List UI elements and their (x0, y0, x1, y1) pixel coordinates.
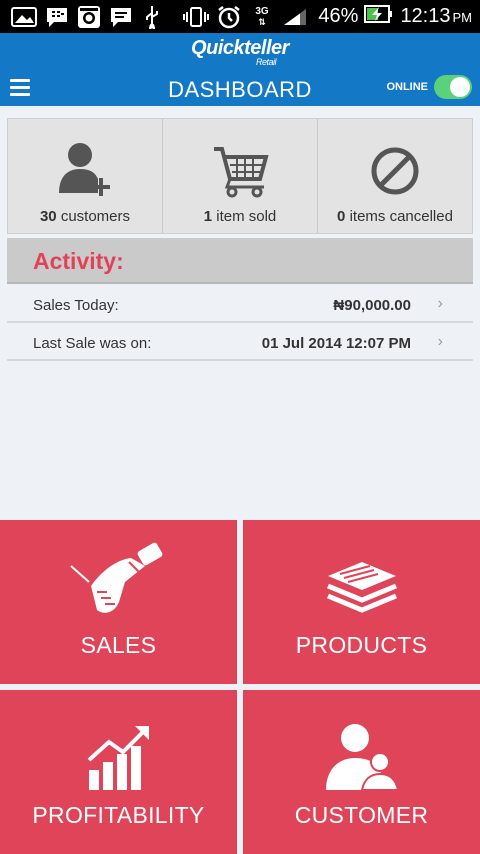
add-customer-icon (8, 141, 162, 199)
online-toggle[interactable] (434, 75, 472, 99)
row-value: 01 Jul 2014 12:07 PM (261, 335, 411, 352)
clock-ampm: PM (452, 10, 473, 25)
stat-customers[interactable]: 30 customers (8, 119, 163, 233)
activity-heading: Activity: (33, 248, 124, 274)
usb-icon (142, 6, 162, 29)
bbm-icon (44, 6, 70, 28)
stat-count: 0 (337, 208, 346, 225)
stat-label: items cancelled (349, 208, 453, 225)
instagram-icon (76, 6, 102, 28)
chevron-right-icon: › (437, 333, 443, 350)
tile-label: SALES (80, 632, 157, 658)
tile-label: PROFITABILITY (32, 802, 205, 828)
battery-charging-icon (364, 4, 394, 30)
cart-icon (163, 141, 317, 199)
vibrate-icon (182, 6, 210, 28)
status-bar: 3G ⇅ 46% 12:13 PM (0, 0, 480, 33)
toggle-knob (450, 77, 470, 97)
alarm-icon (215, 6, 243, 29)
battery-percent: 46% (318, 5, 359, 27)
row-label: Last Sale was on: (33, 335, 152, 352)
activity-row-last-sale[interactable]: Last Sale was on: 01 Jul 2014 12:07 PM › (7, 325, 473, 361)
logo-subtext: Retail (256, 57, 277, 67)
clock: 12:13 PM (400, 5, 472, 28)
stat-items-cancelled[interactable]: 0 items cancelled (318, 119, 472, 233)
activity-row-sales-today[interactable]: Sales Today: ₦90,000.00 › (7, 287, 473, 323)
customer-tile[interactable]: CUSTOMER (243, 690, 480, 854)
stat-items-sold[interactable]: 1 item sold (163, 119, 318, 233)
network-type: 3G (255, 6, 269, 17)
tile-label: PRODUCTS (295, 632, 428, 658)
signal-icon (282, 6, 308, 28)
layers-icon (243, 550, 480, 620)
quickteller-logo: Quickteller Retail (0, 37, 480, 67)
gallery-icon (10, 6, 38, 28)
app-bar: Quickteller Retail DASHBOARD ONLINE (0, 33, 480, 106)
handshake-icon (0, 540, 237, 620)
activity-header: Activity: (7, 238, 473, 284)
profitability-tile[interactable]: PROFITABILITY (0, 690, 237, 854)
row-value: ₦90,000.00 (333, 297, 411, 314)
row-label: Sales Today: (33, 297, 119, 314)
online-label: ONLINE (386, 81, 428, 93)
clock-time: 12:13 (400, 5, 451, 27)
sales-tile[interactable]: SALES (0, 520, 237, 684)
stat-count: 1 (203, 208, 213, 225)
users-icon (243, 722, 480, 792)
stat-label: customers (60, 208, 131, 225)
stat-label: item sold (216, 208, 277, 225)
logo-text: Quickteller (191, 37, 289, 59)
cancel-icon (318, 141, 472, 199)
stats-panel: 30 customers 1 item sold 0 items cancell… (7, 118, 473, 234)
chevron-right-icon: › (437, 295, 443, 312)
message-icon (108, 6, 134, 28)
growth-chart-icon (0, 724, 237, 790)
products-tile[interactable]: PRODUCTS (243, 520, 480, 684)
data-3g-icon: 3G ⇅ (255, 6, 269, 28)
tile-label: CUSTOMER (294, 802, 429, 828)
stat-count: 30 (39, 208, 57, 225)
